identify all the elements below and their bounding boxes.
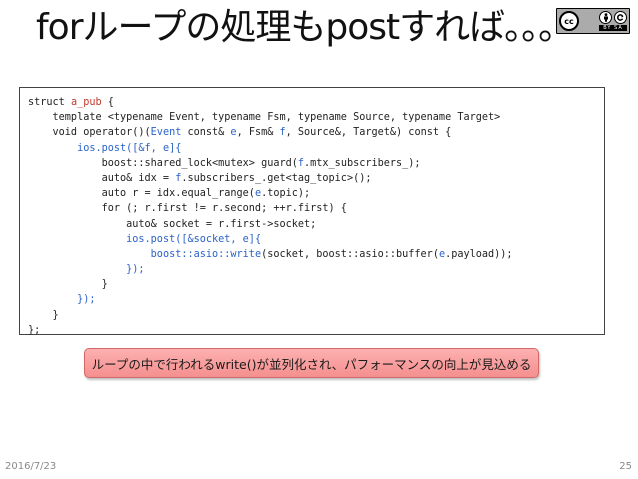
creative-commons-icon: cc: [559, 11, 579, 31]
code-token: auto& idx =: [28, 172, 176, 184]
code-token: {: [101, 97, 114, 108]
code-token: boost::shared_lock<mutex> guard(: [28, 157, 298, 169]
code-token: .payload));: [445, 248, 513, 260]
code-token: , Source&, Target&) const {: [285, 127, 452, 139]
code-token: for (; r.first != r.second; ++r.first) {: [28, 203, 347, 215]
code-token: auto r = idx.equal_range(: [28, 188, 255, 200]
code-line: boost::shared_lock<mutex> guard(f.mtx_su…: [28, 156, 604, 171]
cc-license-badge[interactable]: cc BY SA: [556, 8, 630, 34]
code-token: void operator()(: [28, 127, 151, 139]
code-token: boost::asio::write: [150, 248, 262, 260]
code-token: a_pub: [70, 97, 102, 108]
code-token: });: [77, 294, 96, 306]
code-token: , Fsm&: [236, 127, 280, 139]
code-token: }: [28, 279, 108, 291]
cc-icons-row: [599, 11, 627, 24]
code-token: struct: [28, 97, 71, 108]
slide-title: forループの処理もpostすれば。。。: [36, 7, 574, 48]
code-line: };: [28, 323, 604, 338]
code-token: template <typename Event, typename Fsm, …: [28, 112, 501, 124]
footer-date: 2016/7/23: [5, 461, 57, 472]
code-line: boost::asio::write(socket, boost::asio::…: [28, 247, 604, 262]
attribution-icon: [599, 11, 612, 24]
code-line: struct a_pub {: [28, 95, 604, 110]
code-line: auto r = idx.equal_range(e.topic);: [28, 186, 604, 201]
page-number: 25: [619, 461, 632, 472]
code-token: auto& socket = r.first->socket;: [28, 218, 317, 230]
code-line: }: [28, 308, 604, 323]
code-line: auto& idx = f.subscribers_.get<tag_topic…: [28, 171, 604, 186]
code-line: void operator()(Event const& e, Fsm& f, …: [28, 125, 604, 140]
code-token: .mtx_subscribers_);: [304, 157, 421, 169]
cc-badge-label: BY SA: [599, 25, 627, 31]
code-token: Event: [150, 127, 182, 139]
code-line: auto& socket = r.first->socket;: [28, 217, 604, 232]
code-token: });: [126, 264, 145, 276]
code-line: ios.post([&f, e]{: [28, 141, 604, 156]
code-token: ios.post([&socket, e]{: [126, 233, 262, 245]
code-token: ios.post([&f, e]{: [77, 142, 182, 154]
code-line: }: [28, 277, 604, 292]
code-token: .subscribers_.get<tag_topic>();: [181, 172, 372, 184]
code-block: struct a_pub { template <typename Event,…: [19, 87, 605, 338]
code-line: for (; r.first != r.second; ++r.first) {: [28, 201, 604, 216]
code-token: };: [28, 324, 41, 336]
code-line: ios.post([&socket, e]{: [28, 232, 604, 247]
code-token: .topic);: [261, 188, 311, 200]
code-token: const&: [181, 127, 231, 139]
code-line: });: [28, 262, 604, 277]
callout-note: ループの中で行われるwrite()が並列化され、パフォーマンスの向上が見込める: [84, 348, 539, 378]
code-token: }: [28, 309, 59, 321]
cc-badge-right: BY SA: [599, 11, 627, 31]
code-line: template <typename Event, typename Fsm, …: [28, 110, 604, 125]
code-token: (socket, boost::asio::buffer(: [261, 248, 439, 260]
share-alike-icon: [614, 11, 627, 24]
code-line: });: [28, 292, 604, 307]
